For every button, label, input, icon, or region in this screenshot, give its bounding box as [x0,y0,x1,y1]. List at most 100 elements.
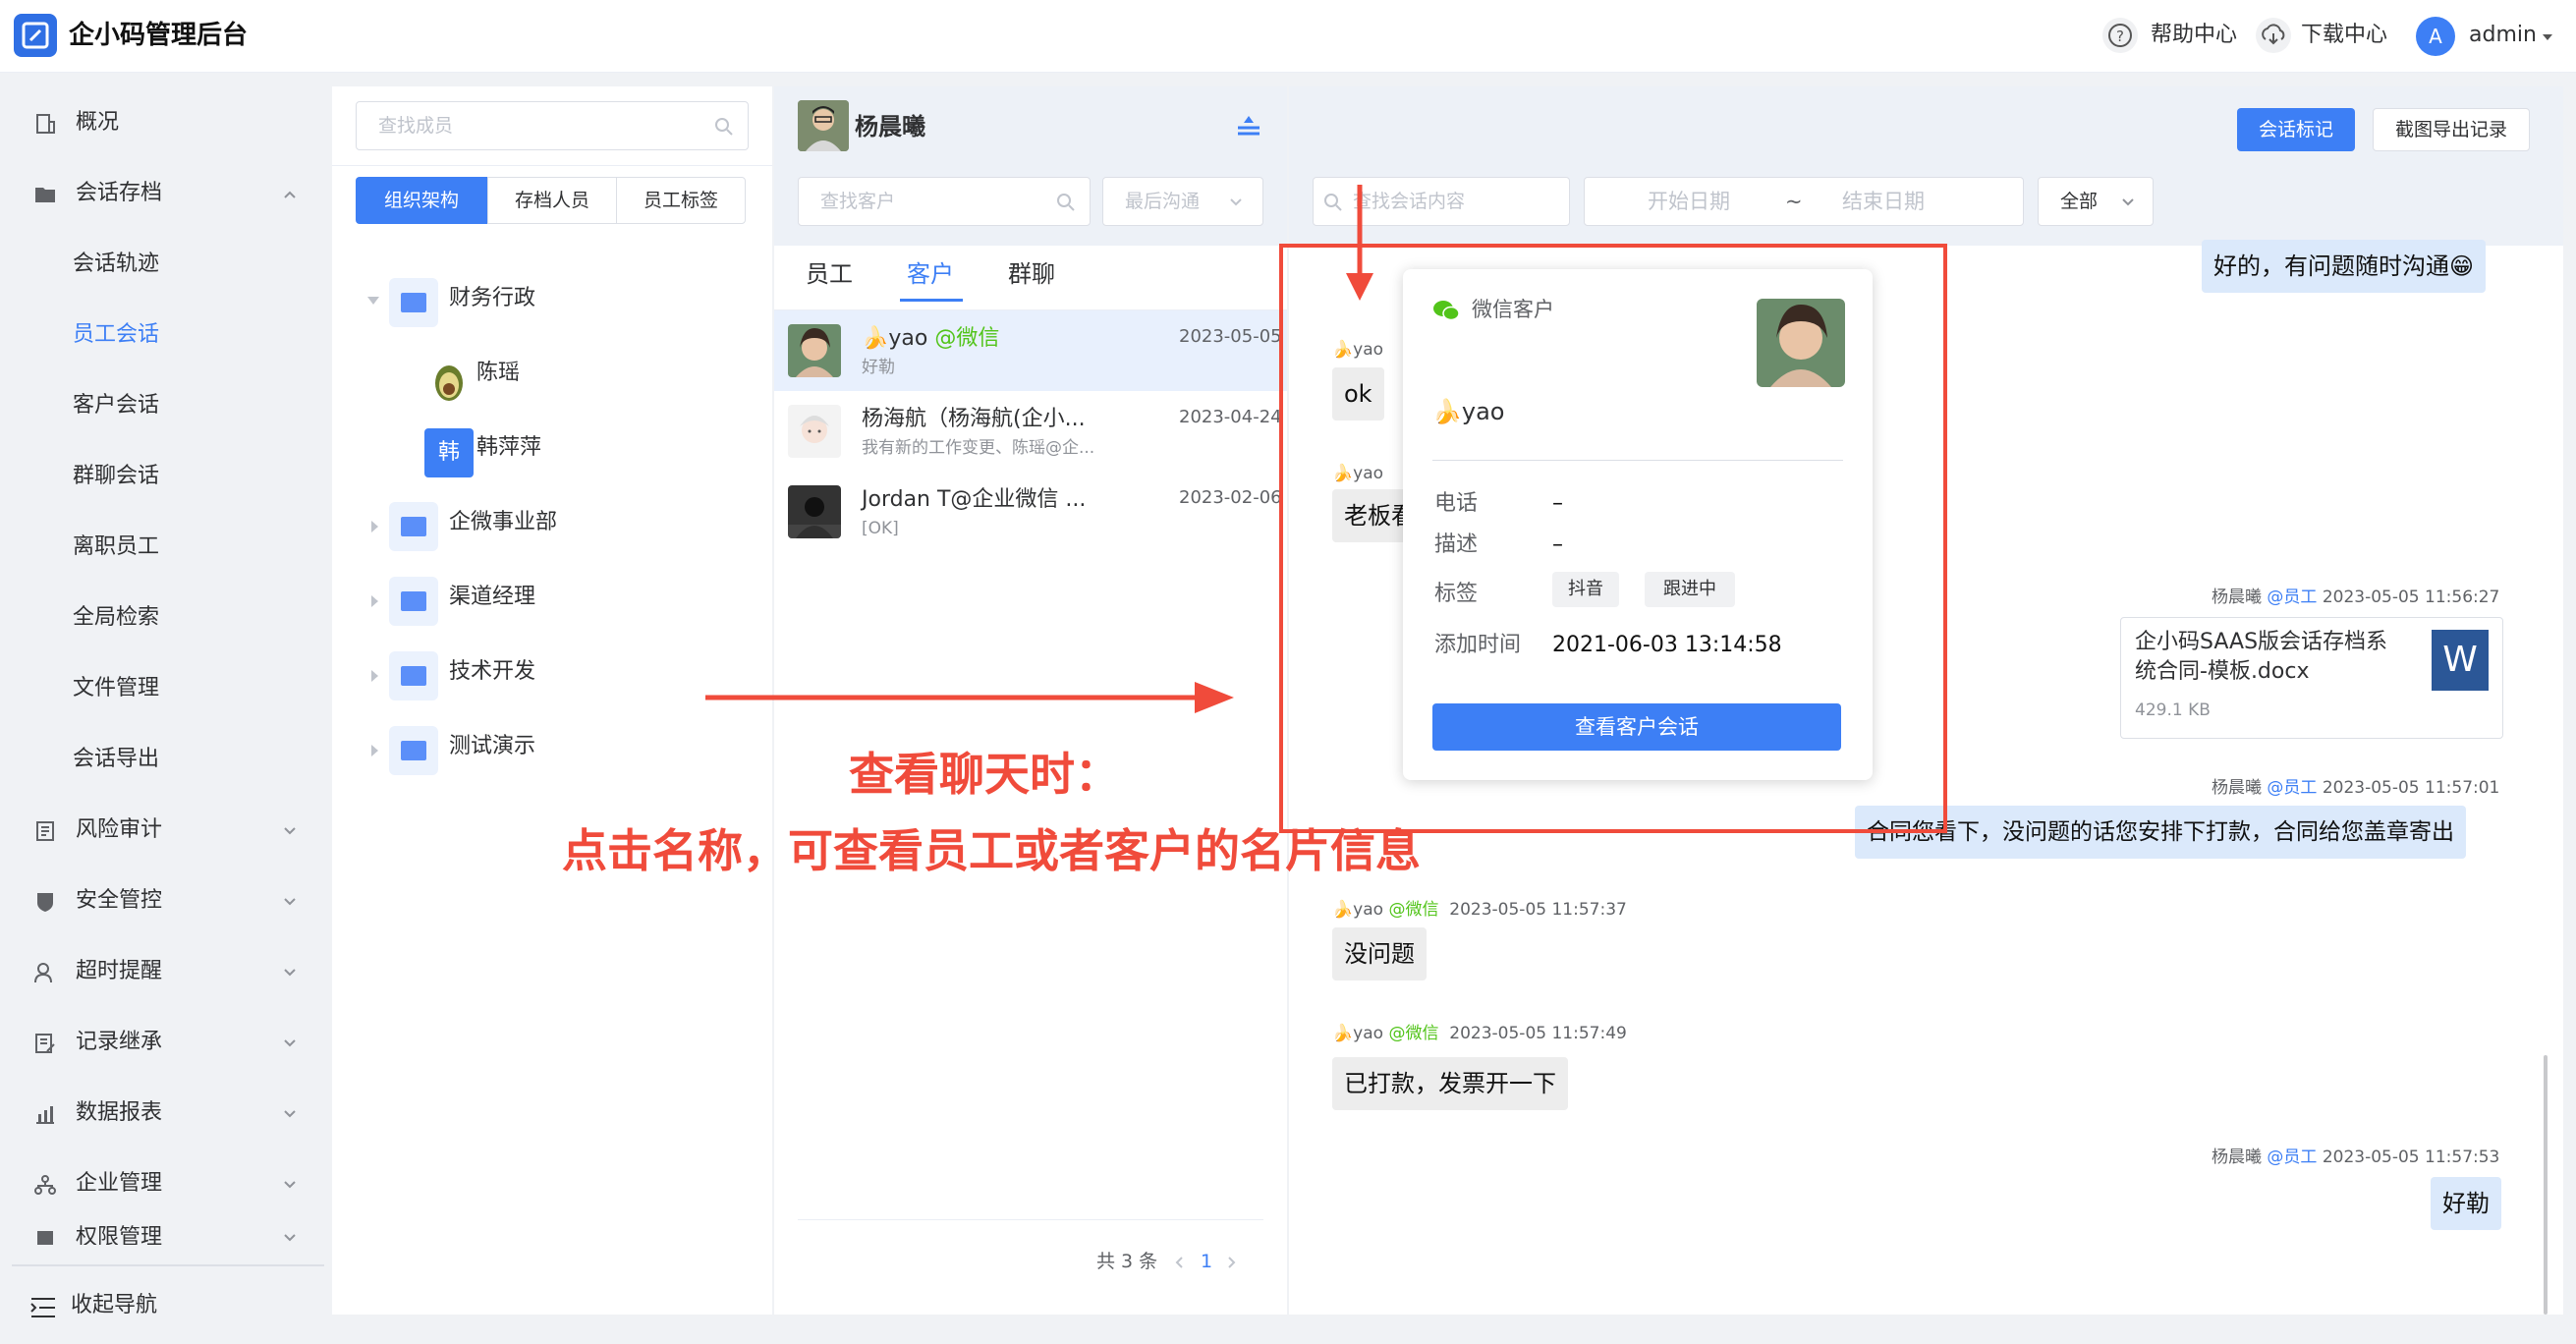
shield-icon [33,890,57,914]
nav-item-inheritance[interactable]: 记录继承 [0,1013,328,1072]
tree-node-finance[interactable]: 财务行政 [332,273,772,332]
word-file-icon: W [2432,630,2489,691]
tab-group-chat[interactable]: 群聊 [1008,257,1055,291]
chevron-down-icon [283,1107,297,1121]
nav-item-file-management[interactable]: 文件管理 [0,659,328,718]
tree-node-member[interactable]: 韩 韩萍萍 [332,422,772,481]
conversation-name: Jordan T@企业微信 ... [862,487,1087,512]
tree-label: 企微事业部 [449,510,558,534]
nav-item-customer-sessions[interactable]: 客户会话 [0,376,328,435]
member-avatar: 韩 [424,428,474,477]
customer-search-input[interactable]: 查找客户 [798,177,1091,226]
nav-item-employee-sessions[interactable]: 员工会话 [0,306,328,364]
banana-emoji-icon: 🍌 [862,326,889,351]
caret-down-icon[interactable] [2541,32,2554,42]
nav-label: 文件管理 [73,676,160,700]
nav-label: 概况 [76,110,120,135]
session-tag-button[interactable]: 会话标记 [2237,108,2355,151]
tab-employee-tags[interactable]: 员工标签 [616,177,746,224]
date-range-picker[interactable]: 开始日期 ~ 结束日期 [1584,177,2024,226]
caret-right-icon [369,669,379,683]
caret-right-icon [369,744,379,757]
message-meta: 🍌yao @微信 2023-05-05 11:57:37 [1332,900,1627,920]
chevron-down-icon [283,966,297,980]
nav-label: 企业管理 [76,1171,163,1196]
tree-label: 韩萍萍 [476,435,542,460]
source-badge: @微信 [934,326,1000,351]
nav-item-risk-audit[interactable]: 风险审计 [0,801,328,860]
message-meta: 🍌yao @微信 2023-05-05 11:57:49 [1332,1024,1627,1043]
org-chart-icon [33,1173,57,1197]
tab-customer[interactable]: 客户 [907,257,954,291]
nav-item-session-export[interactable]: 会话导出 [0,730,328,789]
conversation-item[interactable]: Jordan T@企业微信 ... [OK] 2023-02-06 [774,472,1287,552]
chevron-right-icon[interactable] [1226,1256,1238,1269]
folder-icon [389,651,438,700]
conversation-item[interactable]: 🍌yao @微信 好勒 2023-05-05 [774,310,1287,391]
nav-label: 记录继承 [76,1030,163,1054]
message-bubble: 好勒 [2431,1177,2501,1230]
tab-archived-staff[interactable]: 存档人员 [487,177,617,224]
collapse-nav-button[interactable]: 收起导航 [0,1278,328,1337]
collapse-nav-label: 收起导航 [71,1293,158,1317]
divider [332,165,772,166]
nav-label: 安全管控 [76,888,163,913]
file-attachment[interactable]: 企小码SAAS版会话存档系 统合同-模板.docx 429.1 KB W [2120,617,2503,739]
member-search-input[interactable]: 查找成员 [356,101,749,150]
nav-item-group-sessions[interactable]: 群聊会话 [0,447,328,506]
message-bubble: 已打款，发票开一下 [1332,1057,1568,1110]
app-logo[interactable] [14,14,57,57]
message-filter-select[interactable]: 全部 [2038,177,2154,226]
switch-icon[interactable] [1234,114,1263,140]
pagination-page[interactable]: 1 [1201,1248,1212,1275]
export-button[interactable]: 截图导出记录 [2373,108,2530,151]
conversation-date: 2023-04-24 [1179,407,1282,427]
svg-text:?: ? [2116,28,2124,45]
nav-item-overview[interactable]: 概况 [0,93,328,152]
nav-item-reports[interactable]: 数据报表 [0,1084,328,1143]
chevron-down-icon [283,1231,297,1245]
banana-emoji-icon: 🍌 [1332,900,1354,920]
filter-value: 全部 [2060,191,2099,212]
employee-avatar[interactable] [798,100,849,151]
folder-icon [389,577,438,626]
sort-select[interactable]: 最后沟通 [1102,177,1263,226]
nav-item-timeout[interactable]: 超时提醒 [0,942,328,1001]
nav-item-enterprise[interactable]: 企业管理 [0,1154,328,1213]
nav-item-departed[interactable]: 离职员工 [0,518,328,577]
conversation-name: 杨海航（杨海航(企小... [862,407,1086,431]
nav-item-permissions[interactable]: 权限管理 [0,1225,328,1245]
nav-item-security[interactable]: 安全管控 [0,871,328,930]
tree-node-wecom[interactable]: 企微事业部 [332,497,772,556]
nav-label: 权限管理 [76,1225,163,1245]
user-name[interactable]: admin [2469,19,2537,52]
divider [12,1264,324,1266]
chevron-left-icon[interactable] [1173,1256,1185,1269]
nav-label: 数据报表 [76,1100,163,1125]
nav-item-global-search[interactable]: 全局检索 [0,588,328,647]
tree-node-channel[interactable]: 渠道经理 [332,572,772,631]
tree-label: 测试演示 [449,734,536,758]
pagination-total: 共 3 条 [1096,1251,1158,1272]
conversation-item[interactable]: 杨海航（杨海航(企小... 我有新的工作变更、陈瑶@企... 2023-04-2… [774,391,1287,472]
user-avatar[interactable]: A [2416,17,2455,56]
nav-item-session-track[interactable]: 会话轨迹 [0,235,328,294]
document-edit-icon [33,1032,57,1055]
top-header: 企小码管理后台 ? 帮助中心 下载中心 A admin [0,0,2576,73]
annotation-caption: 点击名称，可查看员工或者客户的名片信息 [562,824,1421,877]
customer-avatar [788,405,841,458]
chat-scrollbar[interactable] [2544,1055,2548,1315]
divider [798,1219,1263,1220]
tab-org-structure[interactable]: 组织架构 [356,177,487,224]
tab-employee[interactable]: 员工 [806,257,853,291]
conversation-date: 2023-02-06 [1179,487,1282,508]
audit-icon [33,819,57,843]
message-meta: 杨晨曦 @员工 2023-05-05 11:57:01 [2212,778,2500,798]
nav-item-archive[interactable]: 会话存档 [0,164,328,223]
start-date-placeholder: 开始日期 [1648,190,1730,213]
employee-name[interactable]: 杨晨曦 [855,110,925,143]
tree-node-demo[interactable]: 测试演示 [332,721,772,780]
message-meta: 杨晨曦 @员工 2023-05-05 11:56:27 [2212,588,2500,607]
nav-label: 风险审计 [76,817,163,842]
tree-node-member[interactable]: 陈瑶 [332,348,772,407]
